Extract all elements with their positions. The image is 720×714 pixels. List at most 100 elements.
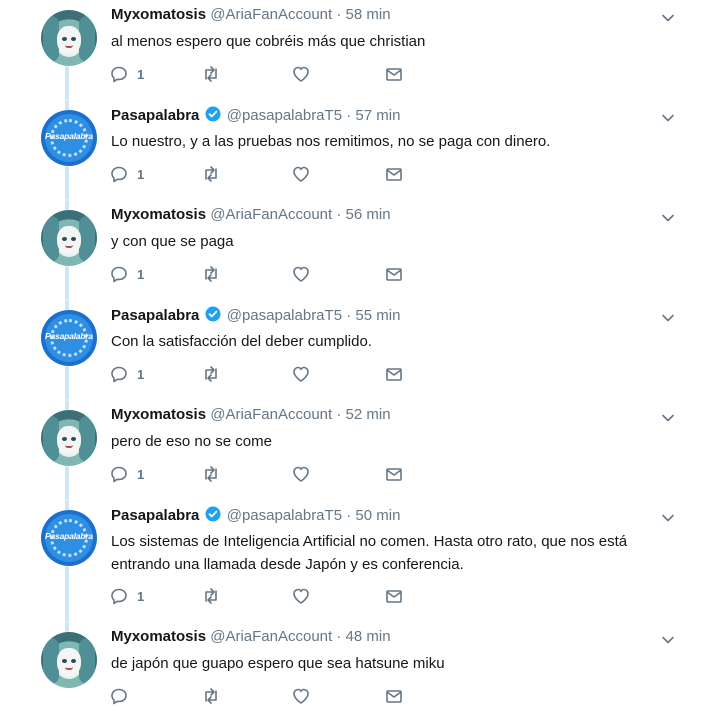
direct-message-button[interactable]: [384, 463, 404, 485]
reply-button[interactable]: 1: [109, 585, 144, 607]
direct-message-button[interactable]: [384, 263, 404, 285]
thread-connector-line: [65, 100, 69, 110]
tweet-header: Pasapalabra @pasapalabraT5 · 55 min: [111, 306, 680, 330]
direct-message-button[interactable]: [384, 363, 404, 385]
retweet-button[interactable]: [201, 463, 221, 485]
separator-dot: ·: [336, 206, 342, 223]
chevron-down-icon[interactable]: [660, 310, 676, 326]
avatar[interactable]: [41, 632, 97, 688]
tweet[interactable]: Pasapalabra Pasapalabra @pasapalabraT5 ·…: [0, 500, 720, 622]
thread-connector-line: [65, 66, 69, 100]
tweet[interactable]: Pasapalabra Pasapalabra @pasapalabraT5 ·…: [0, 300, 720, 400]
timestamp[interactable]: 58 min: [346, 6, 391, 23]
chevron-down-icon[interactable]: [660, 410, 676, 426]
tweet[interactable]: Myxomatosis @AriaFanAccount · 56 min y c…: [0, 200, 720, 300]
timestamp[interactable]: 57 min: [355, 107, 400, 124]
direct-message-button[interactable]: [384, 685, 404, 707]
retweet-button[interactable]: [201, 685, 221, 707]
thread-connector-line: [65, 566, 69, 622]
timestamp[interactable]: 52 min: [346, 406, 391, 423]
retweet-button[interactable]: [201, 263, 221, 285]
avatar[interactable]: [41, 10, 97, 66]
like-button[interactable]: [291, 363, 311, 385]
thread-connector-line: [65, 266, 69, 300]
author-name[interactable]: Pasapalabra: [111, 507, 199, 524]
tweet-header: Myxomatosis @AriaFanAccount · 56 min: [111, 206, 680, 230]
chevron-down-icon[interactable]: [660, 632, 676, 648]
retweet-icon: [205, 588, 217, 604]
like-button[interactable]: [291, 263, 311, 285]
retweet-icon: [205, 66, 217, 82]
tweet-text: Lo nuestro, y a las pruebas nos remitimo…: [111, 133, 551, 150]
author-name[interactable]: Myxomatosis: [111, 6, 206, 23]
envelope-icon: [386, 368, 402, 381]
tweet[interactable]: Myxomatosis @AriaFanAccount · 48 min de …: [0, 622, 720, 714]
retweet-button[interactable]: [201, 585, 221, 607]
retweet-icon: [205, 366, 217, 382]
chevron-down-icon[interactable]: [660, 210, 676, 226]
tweet-header: Myxomatosis @AriaFanAccount · 48 min: [111, 628, 680, 652]
author-name[interactable]: Myxomatosis: [111, 206, 206, 223]
thread-connector-line: [65, 622, 69, 632]
author-name[interactable]: Pasapalabra: [111, 107, 199, 124]
timestamp[interactable]: 48 min: [346, 628, 391, 645]
heart-icon: [293, 166, 309, 182]
avatar[interactable]: [41, 410, 97, 466]
timestamp[interactable]: 55 min: [355, 307, 400, 324]
tweet-text: y con que se paga: [111, 233, 234, 250]
reply-button[interactable]: 1: [109, 363, 144, 385]
like-button[interactable]: [291, 685, 311, 707]
conversation-thread: Myxomatosis @AriaFanAccount · 58 min al …: [0, 0, 720, 714]
tweet-actions: 1: [109, 263, 429, 285]
author-handle[interactable]: @pasapalabraT5: [227, 507, 342, 524]
retweet-button[interactable]: [201, 363, 221, 385]
reply-icon: [111, 266, 127, 283]
separator-dot: ·: [346, 307, 352, 324]
heart-icon: [293, 688, 309, 704]
author-handle[interactable]: @AriaFanAccount: [210, 628, 332, 645]
timestamp[interactable]: 50 min: [355, 507, 400, 524]
like-button[interactable]: [291, 63, 311, 85]
avatar[interactable]: Pasapalabra: [41, 310, 97, 366]
thread-connector-line: [65, 200, 69, 210]
tweet[interactable]: Pasapalabra Pasapalabra @pasapalabraT5 ·…: [0, 100, 720, 200]
chevron-down-icon[interactable]: [660, 510, 676, 526]
chevron-down-icon[interactable]: [660, 10, 676, 26]
author-name[interactable]: Myxomatosis: [111, 406, 206, 423]
like-button[interactable]: [291, 585, 311, 607]
like-button[interactable]: [291, 463, 311, 485]
direct-message-button[interactable]: [384, 63, 404, 85]
author-handle[interactable]: @AriaFanAccount: [210, 406, 332, 423]
tweet[interactable]: Myxomatosis @AriaFanAccount · 52 min per…: [0, 400, 720, 500]
reply-button[interactable]: 1: [109, 463, 144, 485]
reply-button[interactable]: 1: [109, 163, 144, 185]
direct-message-button[interactable]: [384, 163, 404, 185]
avatar[interactable]: Pasapalabra: [41, 510, 97, 566]
tweet-text: de japón que guapo espero que sea hatsun…: [111, 655, 445, 672]
separator-dot: ·: [346, 107, 352, 124]
tweet-text: Con la satisfacción del deber cumplido.: [111, 333, 372, 350]
author-handle[interactable]: @pasapalabraT5: [227, 307, 342, 324]
envelope-icon: [386, 690, 402, 703]
retweet-button[interactable]: [201, 63, 221, 85]
author-name[interactable]: Myxomatosis: [111, 628, 206, 645]
reply-button[interactable]: 1: [109, 263, 144, 285]
retweet-button[interactable]: [201, 163, 221, 185]
thread-connector-line: [65, 400, 69, 410]
like-button[interactable]: [291, 163, 311, 185]
author-handle[interactable]: @AriaFanAccount: [210, 206, 332, 223]
tweet-text: pero de eso no se come: [111, 433, 272, 450]
author-handle[interactable]: @pasapalabraT5: [227, 107, 342, 124]
avatar[interactable]: [41, 210, 97, 266]
reply-button[interactable]: 1: [109, 63, 144, 85]
tweet[interactable]: Myxomatosis @AriaFanAccount · 58 min al …: [0, 0, 720, 100]
direct-message-button[interactable]: [384, 585, 404, 607]
chevron-down-icon[interactable]: [660, 110, 676, 126]
tweet-header: Myxomatosis @AriaFanAccount · 58 min: [111, 6, 680, 30]
author-name[interactable]: Pasapalabra: [111, 307, 199, 324]
reply-button[interactable]: [109, 685, 137, 707]
tweet-header: Pasapalabra @pasapalabraT5 · 57 min: [111, 106, 680, 130]
author-handle[interactable]: @AriaFanAccount: [210, 6, 332, 23]
avatar[interactable]: Pasapalabra: [41, 110, 97, 166]
timestamp[interactable]: 56 min: [346, 206, 391, 223]
